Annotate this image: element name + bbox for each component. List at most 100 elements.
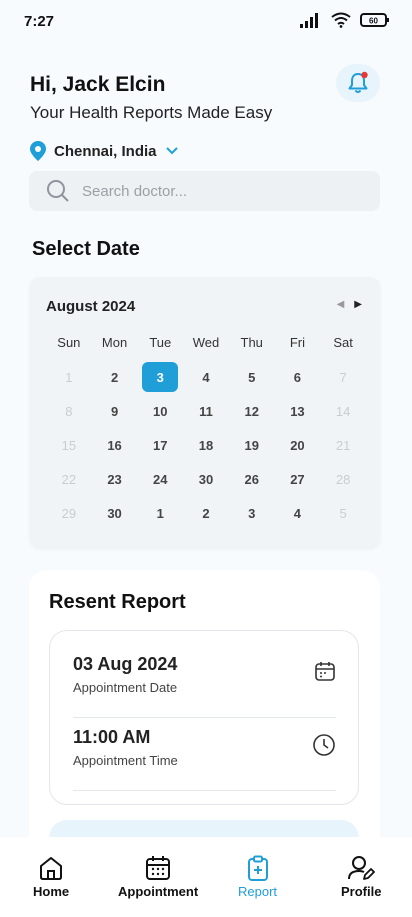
- calendar-day-number: 22: [61, 471, 77, 487]
- appointment-date-row: 03 Aug 2024 Appointment Date: [73, 654, 336, 718]
- calendar-day[interactable]: 12: [229, 396, 275, 426]
- subtitle: Your Health Reports Made Easy: [30, 103, 273, 122]
- weekday-label: Mon: [101, 335, 128, 350]
- calendar-day: 28: [320, 464, 366, 494]
- calendar-day-number: 17: [153, 437, 168, 453]
- battery-level: 60: [369, 17, 378, 26]
- prev-month-icon[interactable]: ◀: [337, 299, 345, 310]
- calendar-day-number: 3: [248, 505, 256, 521]
- calendar-day: 21: [320, 430, 366, 460]
- calendar-day[interactable]: 9: [92, 396, 138, 426]
- search-bar[interactable]: [29, 171, 380, 211]
- notification-button[interactable]: [336, 64, 380, 102]
- appointment-date-value: 03 Aug 2024: [73, 654, 178, 674]
- weekday-label: Sun: [57, 335, 81, 350]
- calendar-day[interactable]: 13: [275, 396, 321, 426]
- calendar-day: 22: [46, 464, 92, 494]
- calendar-day[interactable]: 24: [137, 464, 183, 494]
- calendar-day-number: 4: [293, 505, 302, 521]
- calendar-day-number: 13: [290, 403, 305, 419]
- calendar-icon: [315, 662, 335, 681]
- report-details[interactable]: 03 Aug 2024 Appointment Date 11:00 AM Ap…: [49, 630, 359, 805]
- battery-icon: 60: [360, 13, 389, 27]
- calendar-day[interactable]: 6: [275, 362, 321, 392]
- calendar-day[interactable]: 23: [92, 464, 138, 494]
- calendar-day-selected[interactable]: 3: [137, 362, 183, 392]
- calendar-day: 5: [320, 498, 366, 528]
- calendar-day-number: 23: [107, 471, 122, 487]
- calendar-day[interactable]: 17: [137, 430, 183, 460]
- status-icons: 60: [300, 12, 390, 28]
- search-input[interactable]: [82, 182, 352, 200]
- nav-home[interactable]: Home: [33, 855, 69, 899]
- notification-dot: [361, 71, 368, 79]
- calendar-day-number: 29: [61, 505, 77, 521]
- location-pin-icon: [30, 141, 46, 161]
- report-title: Resent Report: [49, 591, 186, 613]
- calendar-day[interactable]: 19: [229, 430, 275, 460]
- calendar-nav: ◀ ▶: [337, 299, 362, 310]
- weekday-label: Sat: [333, 335, 353, 350]
- calendar-day: 7: [320, 362, 366, 392]
- nav-appointment[interactable]: Appointment: [118, 855, 198, 899]
- calendar-day-number: 1: [156, 505, 164, 521]
- calendar-day-number: 21: [335, 437, 351, 453]
- weekday-label: Wed: [192, 335, 220, 350]
- recent-report-card: Resent Report 03 Aug 2024 Appointment Da…: [29, 570, 380, 870]
- calendar-day[interactable]: 16: [92, 430, 138, 460]
- calendar-day-number: 12: [244, 403, 259, 419]
- calendar-day[interactable]: 27: [275, 464, 321, 494]
- calendar-day-number: 30: [107, 505, 122, 521]
- calendar-day[interactable]: 2: [183, 498, 229, 528]
- calendar-day[interactable]: 4: [183, 362, 229, 392]
- appointment-time-label: Appointment Time: [73, 753, 178, 768]
- calendar-day[interactable]: 10: [137, 396, 183, 426]
- home-icon: [40, 857, 63, 880]
- calendar-day-number: 18: [198, 437, 214, 453]
- appointment-time-row: 11:00 AM Appointment Time: [73, 727, 336, 791]
- chevron-down-icon: [165, 147, 178, 155]
- calendar-day-number: 9: [110, 403, 119, 419]
- nav-profile-label: Profile: [341, 884, 382, 899]
- calendar-day-number: 28: [335, 471, 351, 487]
- nav-profile[interactable]: Profile: [341, 855, 381, 899]
- calendar-day-number: 2: [110, 369, 119, 385]
- next-month-icon[interactable]: ▶: [354, 299, 362, 310]
- weekday-label: Tue: [149, 335, 172, 350]
- calendar-day-number: 5: [248, 369, 256, 385]
- calendar-day: 14: [320, 396, 366, 426]
- calendar-day[interactable]: 4: [275, 498, 321, 528]
- calendar-day[interactable]: 30: [92, 498, 138, 528]
- nav-appointment-label: Appointment: [118, 884, 199, 899]
- calendar-month-label: August 2024: [46, 298, 136, 315]
- calendar-day[interactable]: 2: [92, 362, 138, 392]
- status-bar: 7:27 60: [0, 0, 412, 44]
- status-time: 7:27: [24, 13, 55, 30]
- calendar-day[interactable]: 5: [229, 362, 275, 392]
- calendar-grid-icon: [146, 856, 171, 880]
- calendar-day[interactable]: 26: [229, 464, 275, 494]
- calendar-day-number: 14: [335, 403, 351, 419]
- calendar-day[interactable]: 11: [183, 396, 229, 426]
- nav-report-label: Report: [238, 884, 278, 899]
- nav-report[interactable]: Report: [238, 855, 277, 899]
- bell-icon: [348, 71, 368, 93]
- clipboard-plus-icon: [247, 855, 268, 881]
- appointment-time-value: 11:00 AM: [73, 727, 151, 747]
- calendar-day-number: 4: [202, 369, 210, 385]
- calendar-day-number: 2: [202, 505, 210, 521]
- calendar-day-number: 24: [153, 471, 168, 487]
- calendar-day[interactable]: 3: [229, 498, 275, 528]
- location-selector[interactable]: Chennai, India: [29, 140, 180, 162]
- calendar-day-number: 19: [244, 437, 259, 453]
- calendar: August 2024 ◀ ▶ Sun Mon Tue Wed Thu Fri Sat 12…: [30, 277, 380, 547]
- calendar-day[interactable]: 1: [137, 498, 183, 528]
- calendar-day[interactable]: 30: [183, 464, 229, 494]
- calendar-day-number: 1: [65, 369, 73, 385]
- calendar-day[interactable]: 20: [275, 430, 321, 460]
- calendar-day-number: 27: [290, 471, 305, 487]
- calendar-days: 1 2 3 4 5 6 7 8 9 10 11 12 13 14 15 16 17 18 19 20 21 22 23 24 3…: [46, 362, 366, 528]
- calendar-day[interactable]: 18: [183, 430, 229, 460]
- calendar-day-number: 30: [198, 471, 214, 487]
- calendar-weekdays: Sun Mon Tue Wed Thu Fri Sat: [46, 335, 366, 350]
